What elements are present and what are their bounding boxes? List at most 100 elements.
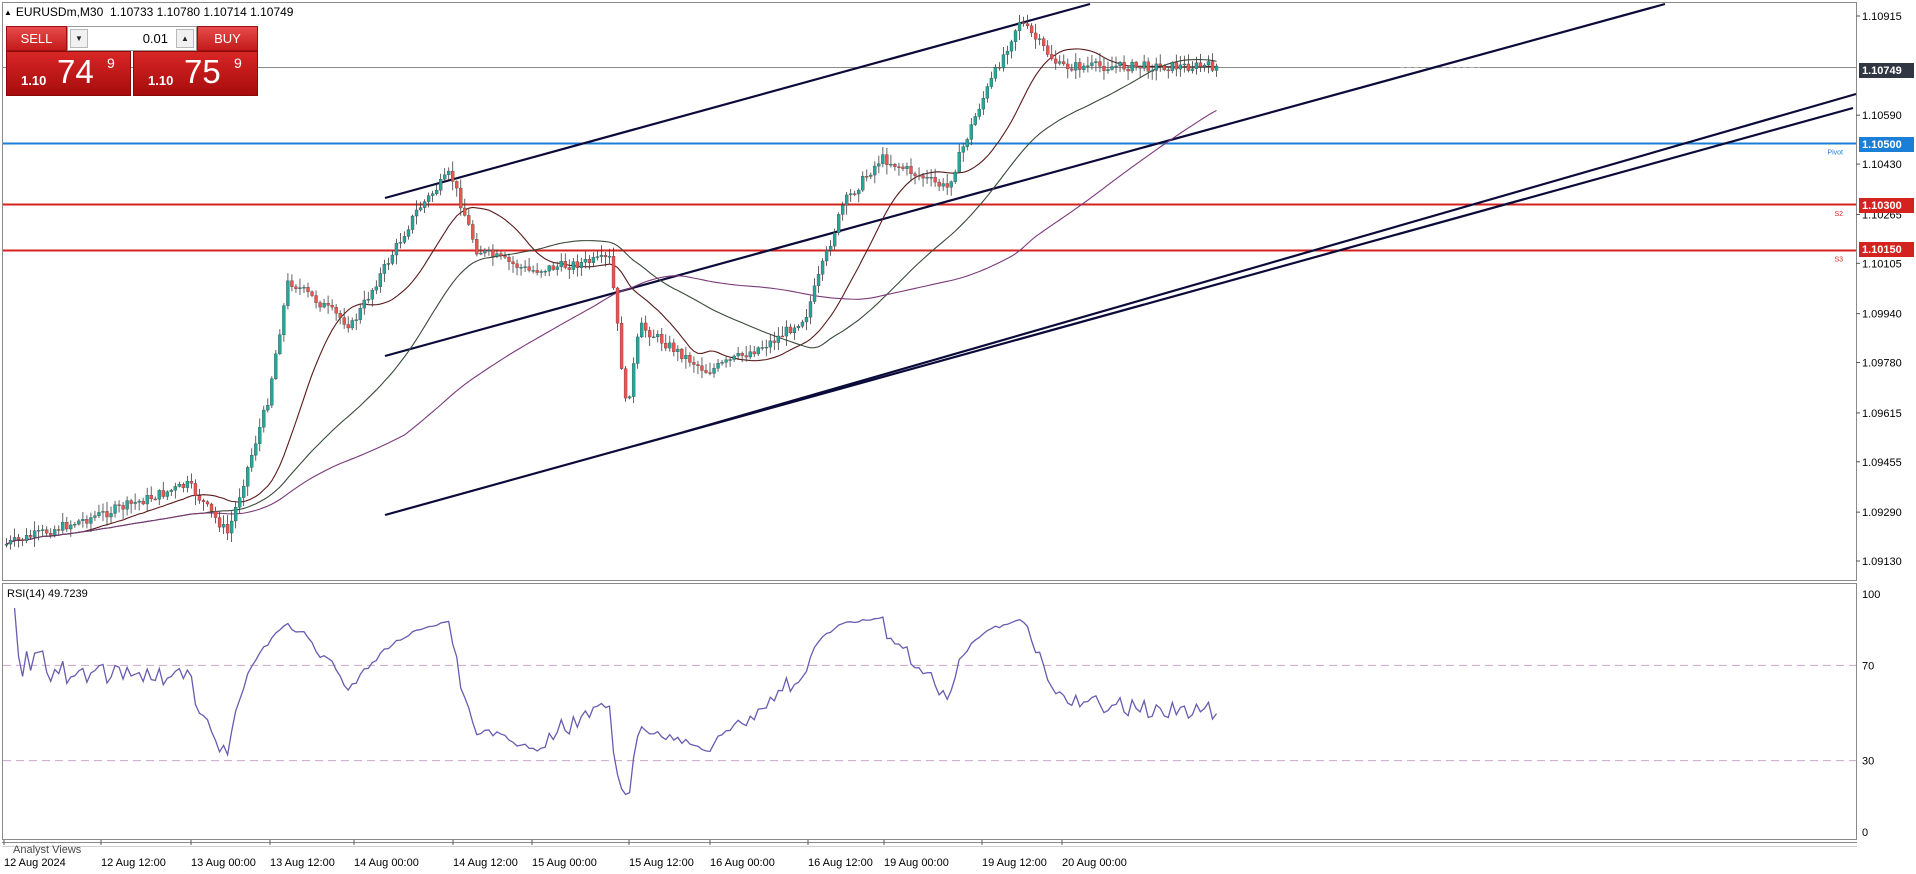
- sell-button[interactable]: SELL: [6, 26, 67, 51]
- candle: [953, 169, 957, 184]
- candle: [716, 359, 720, 372]
- candle: [406, 225, 411, 240]
- candle: [905, 162, 909, 176]
- candle: [973, 112, 977, 127]
- candle: [712, 363, 716, 378]
- candle: [507, 253, 511, 271]
- rsi-indicator: [3, 607, 1856, 796]
- candle: [744, 346, 748, 362]
- candle: [93, 510, 97, 521]
- sell-price-button[interactable]: 1.10 74 9: [6, 51, 131, 96]
- candle: [937, 178, 941, 192]
- candle: [1017, 14, 1022, 41]
- candle: [772, 331, 776, 351]
- candle: [796, 324, 801, 331]
- buy-price-button[interactable]: 1.10 75 9: [133, 51, 258, 96]
- collapse-triangle-icon[interactable]: ▲: [4, 8, 12, 17]
- candle: [768, 333, 772, 354]
- time-tick-label: 12 Aug 2024: [4, 857, 66, 869]
- candle: [49, 528, 53, 539]
- candle: [623, 365, 628, 402]
- lot-size-value[interactable]: 0.01: [92, 31, 168, 46]
- candle: [656, 330, 660, 343]
- candle: [1142, 54, 1146, 72]
- rsi-line: [13, 607, 1218, 796]
- ma-fast-line: [6, 48, 1217, 545]
- candle: [849, 189, 853, 202]
- candle: [1198, 53, 1203, 73]
- trend-line-3[interactable]: [384, 106, 1854, 517]
- candle: [1058, 55, 1062, 66]
- candle: [1158, 54, 1162, 72]
- candle: [692, 356, 696, 373]
- rsi-panel-frame: [2, 583, 1857, 840]
- candle: [77, 519, 81, 526]
- candle: [290, 274, 294, 292]
- candle: [221, 515, 226, 535]
- candle: [619, 316, 624, 370]
- candle: [459, 179, 463, 216]
- candle: [640, 317, 644, 339]
- candle: [28, 529, 33, 540]
- candle: [20, 537, 25, 547]
- candle: [732, 354, 736, 362]
- buy-price-sup: 9: [234, 55, 242, 71]
- candle: [551, 261, 555, 271]
- candle: [181, 482, 186, 493]
- candle: [398, 233, 403, 249]
- candle: [543, 269, 547, 277]
- candle: [233, 501, 238, 529]
- candle: [820, 258, 825, 281]
- candle: [278, 329, 282, 356]
- pivot-level-tag: 1.10500: [1859, 137, 1914, 152]
- lot-decrease-icon[interactable]: ▼: [70, 29, 88, 48]
- candle: [599, 245, 604, 264]
- candle: [1005, 45, 1010, 65]
- candle: [274, 350, 278, 380]
- candle: [652, 329, 656, 339]
- analyst-views-label[interactable]: Analyst Views: [13, 844, 81, 856]
- time-tick-label: 20 Aug 00:00: [1062, 857, 1127, 869]
- candle: [105, 502, 109, 526]
- candle: [153, 496, 157, 501]
- candle: [254, 435, 258, 461]
- candle: [865, 169, 869, 182]
- s2-level-label: S2: [1834, 211, 1843, 218]
- candle: [439, 173, 443, 196]
- candle: [1170, 61, 1174, 74]
- lot-increase-icon[interactable]: ▲: [176, 29, 194, 48]
- candle: [1138, 65, 1142, 78]
- candle: [69, 520, 73, 537]
- candle: [342, 308, 346, 329]
- candle: [229, 511, 234, 543]
- candle: [306, 282, 310, 298]
- s2-level-tag: 1.10300: [1859, 198, 1914, 213]
- candle: [1082, 62, 1086, 73]
- candle: [1210, 53, 1215, 73]
- trend-line-4[interactable]: [683, 92, 1857, 434]
- candle: [378, 267, 383, 293]
- time-tick-label: 19 Aug 00:00: [884, 857, 949, 869]
- candle: [1033, 23, 1038, 49]
- price-tick-label: 1.09615: [1862, 408, 1902, 420]
- trend-line-2[interactable]: [384, 2, 1666, 358]
- candle: [286, 273, 290, 310]
- candle: [788, 323, 793, 335]
- candle: [861, 171, 865, 193]
- candle: [555, 261, 559, 276]
- candle: [1134, 60, 1138, 71]
- chart-canvas[interactable]: PivotS2S3 1.109151.105901.104301.102651.…: [0, 0, 1916, 874]
- lot-size-field[interactable]: ▼ 0.01 ▲: [67, 26, 197, 51]
- candle: [173, 482, 177, 499]
- candle: [366, 291, 370, 304]
- candle: [1029, 23, 1034, 37]
- candle: [1154, 57, 1158, 81]
- candle: [350, 317, 354, 331]
- candle: [24, 528, 29, 544]
- candle: [1146, 57, 1150, 79]
- candle: [394, 238, 399, 265]
- candle: [736, 347, 740, 360]
- candle: [627, 395, 632, 400]
- buy-button[interactable]: BUY: [197, 26, 258, 51]
- time-tick-label: 19 Aug 12:00: [982, 857, 1047, 869]
